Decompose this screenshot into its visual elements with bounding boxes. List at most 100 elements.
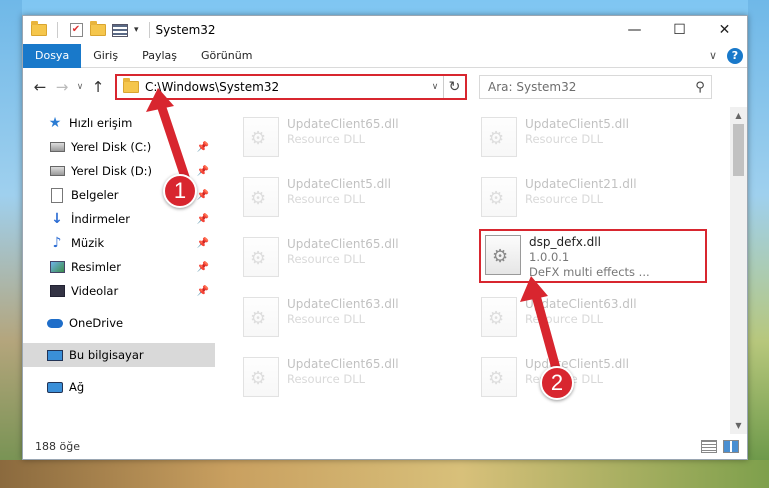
- dll-file-icon: [485, 235, 521, 275]
- sidebar-item-downloads[interactable]: ↓ İndirmeler 📌: [23, 207, 215, 231]
- sidebar-item-pictures[interactable]: Resimler 📌: [23, 255, 215, 279]
- file-name: UpdateClient5.dll: [525, 357, 629, 371]
- music-icon: ♪: [52, 235, 62, 251]
- file-item[interactable]: UpdateClient21.dllResource DLL: [475, 171, 703, 221]
- file-type: Resource DLL: [287, 132, 366, 146]
- quick-access-toolbar: ✔ ▾: [23, 21, 154, 38]
- tab-share[interactable]: Paylaş: [130, 44, 189, 68]
- sidebar-item-music[interactable]: ♪ Müzik 📌: [23, 231, 215, 255]
- pin-icon: 📌: [196, 237, 209, 249]
- annotation-marker-1: 1: [163, 174, 197, 208]
- navigation-bar: ← → ∨ ↑ C:\Windows\System32 ∨ ↻ Ara: Sys…: [23, 68, 747, 106]
- back-button[interactable]: ←: [29, 76, 51, 98]
- file-item[interactable]: UpdateClient65.dllResource DLL: [237, 111, 465, 161]
- sidebar-item-network[interactable]: Ağ: [23, 375, 215, 399]
- sidebar-item-videos[interactable]: Videolar 📌: [23, 279, 215, 303]
- minimize-button[interactable]: —: [612, 16, 657, 44]
- file-name: UpdateClient5.dll: [287, 177, 391, 191]
- recent-locations-icon[interactable]: ∨: [73, 76, 87, 98]
- large-icons-view-icon[interactable]: [723, 439, 739, 453]
- close-button[interactable]: ✕: [702, 16, 747, 44]
- file-item[interactable]: UpdateClient65.dllResource DLL: [237, 351, 465, 401]
- title-bar: ✔ ▾ System32 — ☐ ✕: [23, 16, 747, 44]
- search-icon[interactable]: ⚲: [689, 80, 711, 95]
- file-item[interactable]: UpdateClient5.dllResource DLL: [475, 111, 703, 161]
- sidebar-item-label: Yerel Disk (C:): [71, 140, 152, 154]
- computer-icon: [47, 347, 63, 363]
- sidebar-item-label: OneDrive: [69, 316, 124, 330]
- dll-file-icon: [481, 297, 517, 337]
- search-input[interactable]: Ara: System32: [480, 80, 689, 94]
- up-button[interactable]: ↑: [87, 76, 109, 98]
- help-icon[interactable]: ?: [727, 47, 743, 64]
- sidebar-item-quick-access[interactable]: ★ Hızlı erişim: [23, 111, 215, 135]
- window-title: System32: [155, 23, 216, 37]
- file-name: dsp_defx.dll: [529, 235, 601, 249]
- file-name: UpdateClient5.dll: [525, 117, 629, 131]
- item-count: 188 öğe: [35, 439, 80, 453]
- address-path[interactable]: C:\Windows\System32: [145, 80, 427, 94]
- expand-ribbon-icon[interactable]: ∨: [709, 49, 717, 62]
- sidebar-item-this-pc[interactable]: Bu bilgisayar: [23, 343, 215, 367]
- address-dropdown-icon[interactable]: ∨: [427, 82, 443, 92]
- scrollbar-thumb[interactable]: [733, 124, 744, 176]
- file-item[interactable]: UpdateClient65.dllResource DLL: [237, 231, 465, 281]
- drive-icon: [49, 139, 65, 155]
- vertical-scrollbar[interactable]: ▲ ▼: [730, 107, 747, 434]
- pin-icon: 📌: [196, 165, 209, 177]
- sidebar-item-onedrive[interactable]: OneDrive: [23, 311, 215, 335]
- tab-view[interactable]: Görünüm: [189, 44, 264, 68]
- file-item[interactable]: UpdateClient5.dllResource DLL: [475, 351, 703, 401]
- star-icon: ★: [48, 115, 62, 131]
- file-item[interactable]: UpdateClient63.dllResource DLL: [475, 291, 703, 341]
- dll-file-icon: [243, 357, 279, 397]
- file-item-dsp-defx[interactable]: dsp_defx.dll 1.0.0.1 DeFX multi effects …: [479, 229, 707, 283]
- address-bar[interactable]: C:\Windows\System32 ∨ ↻: [115, 74, 467, 100]
- documents-icon: [49, 187, 65, 203]
- file-type: Resource DLL: [525, 312, 604, 326]
- file-type: Resource DLL: [287, 252, 366, 266]
- scroll-up-icon[interactable]: ▲: [730, 107, 747, 124]
- pin-icon: 📌: [196, 213, 209, 225]
- scroll-down-icon[interactable]: ▼: [730, 417, 747, 434]
- pin-icon: 📌: [196, 189, 209, 201]
- sidebar-item-label: Yerel Disk (D:): [71, 164, 153, 178]
- dll-file-icon: [481, 177, 517, 217]
- refresh-icon[interactable]: ↻: [443, 76, 465, 98]
- file-type: Resource DLL: [287, 192, 366, 206]
- desktop-background-left: [0, 0, 22, 488]
- sidebar-item-label: Belgeler: [71, 188, 119, 202]
- pin-icon: 📌: [196, 285, 209, 297]
- folder-icon[interactable]: [31, 21, 47, 37]
- customize-toolbar-dropdown-icon[interactable]: ▾: [134, 25, 139, 35]
- dll-file-icon: [481, 357, 517, 397]
- dll-file-icon: [243, 297, 279, 337]
- drive-icon: [49, 163, 65, 179]
- file-type: Resource DLL: [525, 132, 604, 146]
- sidebar-item-label: Müzik: [71, 236, 105, 250]
- properties-icon[interactable]: [112, 23, 128, 37]
- forward-button[interactable]: →: [51, 76, 73, 98]
- file-item[interactable]: UpdateClient5.dllResource DLL: [237, 171, 465, 221]
- videos-icon: [49, 283, 65, 299]
- sidebar-item-label: İndirmeler: [71, 212, 130, 226]
- sidebar-item-label: Videolar: [71, 284, 119, 298]
- separator: [148, 22, 150, 38]
- file-description: DeFX multi effects ...: [529, 265, 650, 279]
- maximize-button[interactable]: ☐: [657, 16, 702, 44]
- file-name: UpdateClient63.dll: [525, 297, 637, 311]
- tab-home[interactable]: Giriş: [81, 44, 130, 68]
- ribbon-tabs: Dosya Giriş Paylaş Görünüm ∨ ?: [23, 43, 747, 68]
- annotation-marker-2: 2: [540, 366, 574, 400]
- details-view-icon[interactable]: [701, 439, 717, 453]
- sidebar-item-local-disk-c[interactable]: Yerel Disk (C:) 📌: [23, 135, 215, 159]
- tab-file[interactable]: Dosya: [23, 43, 82, 68]
- separator: [57, 22, 58, 38]
- properties-check-icon[interactable]: ✔: [68, 23, 84, 37]
- file-type: Resource DLL: [287, 312, 366, 326]
- file-list: UpdateClient65.dllResource DLL UpdateCli…: [215, 107, 747, 434]
- file-type: Resource DLL: [287, 372, 366, 386]
- file-item[interactable]: UpdateClient63.dllResource DLL: [237, 291, 465, 341]
- new-folder-icon[interactable]: [90, 21, 106, 37]
- search-box[interactable]: Ara: System32 ⚲: [479, 75, 712, 99]
